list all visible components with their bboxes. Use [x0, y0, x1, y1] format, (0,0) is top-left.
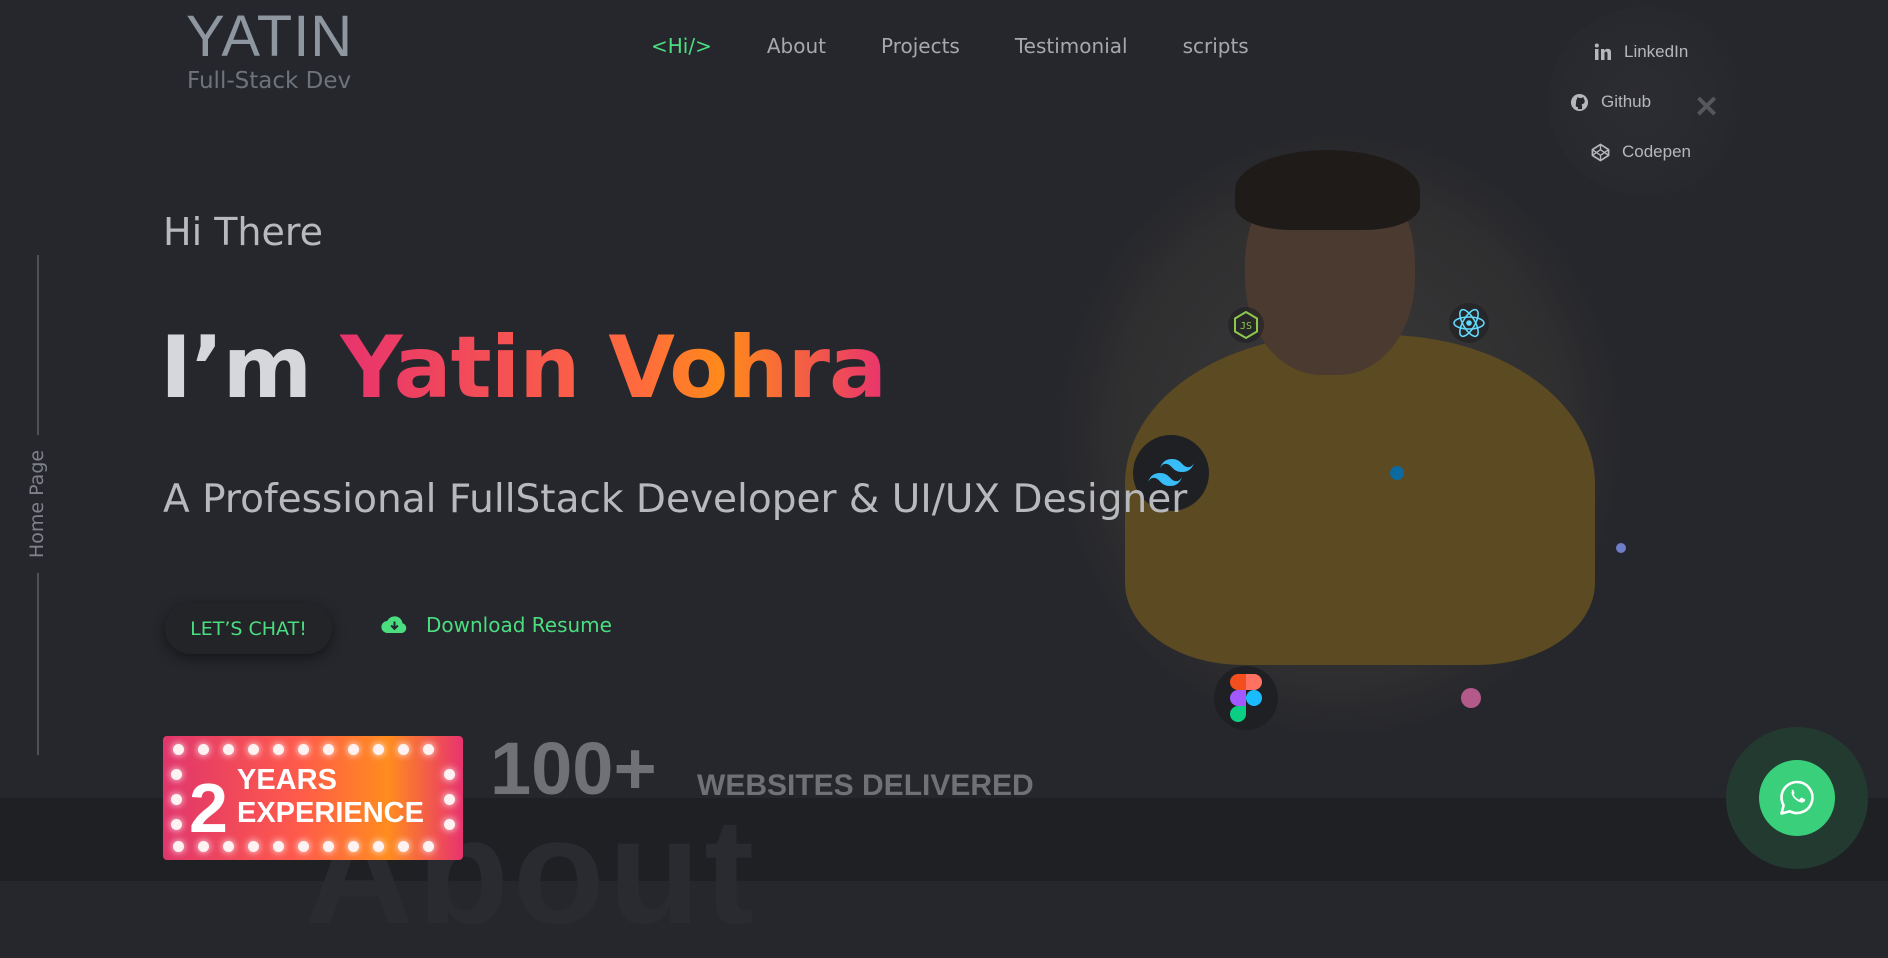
marquee-bulb: [171, 794, 182, 805]
experience-badge: 2 YEARS EXPERIENCE: [163, 736, 463, 860]
social-label-linkedin: LinkedIn: [1624, 42, 1689, 61]
websites-count: 100+: [490, 727, 657, 810]
marquee-bulb: [444, 769, 455, 780]
download-resume-label: Download Resume: [426, 613, 612, 637]
lets-chat-button[interactable]: LET’S CHAT!: [165, 603, 332, 654]
marquee-bulb: [373, 841, 384, 852]
marquee-bulb: [171, 819, 182, 830]
marquee-bulb: [198, 744, 209, 755]
github-icon: [1570, 93, 1589, 111]
logo-name: YATIN: [186, 4, 354, 69]
main-nav: <Hi/> About Projects Testimonial scripts: [651, 34, 1304, 58]
marquee-bulb: [273, 744, 284, 755]
decorative-dot: [1461, 688, 1481, 708]
marquee-bulb: [348, 744, 359, 755]
download-resume-link[interactable]: Download Resume: [381, 613, 612, 637]
marquee-bulb: [171, 769, 182, 780]
side-line-bottom: [37, 573, 39, 755]
marquee-bulb: [444, 819, 455, 830]
hero-im: I’m: [160, 318, 312, 418]
marquee-bulb: [248, 841, 259, 852]
hero-headline: I’m Yatin Vohra: [160, 318, 887, 418]
hero-tagline: A Professional FullStack Developer & UI/…: [163, 477, 1188, 522]
logo-subtitle: Full-Stack Dev: [187, 68, 352, 94]
nav-item-scripts[interactable]: scripts: [1183, 34, 1249, 58]
hero-greeting: Hi There: [163, 210, 324, 254]
nav-item-projects[interactable]: Projects: [881, 34, 960, 58]
experience-years-label: YEARS: [237, 764, 337, 796]
marquee-bulb: [173, 841, 184, 852]
side-line-top: [37, 255, 39, 435]
decorative-dot: [1390, 466, 1404, 480]
marquee-bulb: [173, 744, 184, 755]
marquee-bulb: [423, 841, 434, 852]
marquee-bulb: [248, 744, 259, 755]
social-item-codepen[interactable]: Codepen: [1591, 142, 1691, 162]
cloud-download-icon: [381, 616, 407, 634]
logo[interactable]: YATIN Full-Stack Dev: [186, 8, 353, 93]
codepen-icon: [1591, 143, 1610, 161]
nav-item-testimonial[interactable]: Testimonial: [1015, 34, 1128, 58]
close-icon[interactable]: ✕: [1694, 90, 1719, 125]
marquee-bulb: [298, 744, 309, 755]
social-item-linkedin[interactable]: LinkedIn: [1594, 42, 1688, 62]
hero-name: Yatin Vohra: [340, 318, 887, 418]
marquee-bulb: [398, 744, 409, 755]
social-label-codepen: Codepen: [1622, 142, 1692, 161]
marquee-bulb: [348, 841, 359, 852]
marquee-bulb: [373, 744, 384, 755]
side-label: Home Page: [26, 449, 48, 559]
social-label-github: Github: [1601, 92, 1652, 111]
whatsapp-icon: [1780, 780, 1814, 815]
marquee-bulb: [273, 841, 284, 852]
svg-text:JS: JS: [1240, 321, 1252, 332]
websites-count-label: WEBSITES DELIVERED: [697, 769, 1034, 802]
marquee-bulb: [398, 841, 409, 852]
nav-item-hi[interactable]: <Hi/>: [651, 34, 712, 58]
marquee-bulb: [444, 794, 455, 805]
marquee-bulb: [323, 841, 334, 852]
nav-item-about[interactable]: About: [767, 34, 826, 58]
figma-icon: [1214, 666, 1278, 730]
marquee-bulb: [323, 744, 334, 755]
javascript-icon: JS: [1228, 307, 1264, 343]
social-item-github[interactable]: Github: [1570, 92, 1651, 112]
whatsapp-button[interactable]: [1759, 760, 1835, 836]
marquee-bulb: [223, 744, 234, 755]
marquee-bulb: [423, 744, 434, 755]
linkedin-icon: [1594, 43, 1611, 60]
experience-years-number: 2: [189, 769, 228, 847]
profile-photo-hair: [1235, 150, 1420, 230]
react-icon: [1449, 303, 1489, 343]
experience-label: EXPERIENCE: [237, 797, 424, 829]
decorative-dot: [1616, 543, 1626, 553]
marquee-bulb: [298, 841, 309, 852]
